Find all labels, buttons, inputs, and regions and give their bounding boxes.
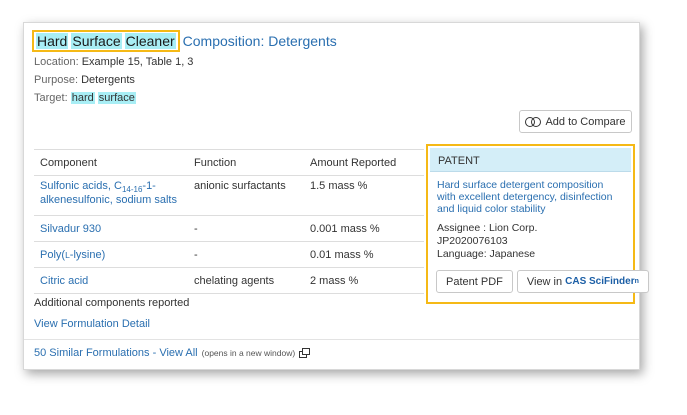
title-rest-link[interactable]: Composition: Detergents xyxy=(183,33,337,49)
function-cell: chelating agents xyxy=(188,267,304,294)
highlighted-title-box: Hard Surface Cleaner xyxy=(32,30,180,52)
title-highlight-word: Cleaner xyxy=(124,33,176,49)
purpose-label: Purpose: xyxy=(34,74,79,86)
scifinder-brand: CAS SciFinder xyxy=(565,276,635,287)
purpose-value: Detergents xyxy=(81,74,135,86)
location-value: Example 15, Table 1, 3 xyxy=(81,56,194,68)
similar-formulations-link[interactable]: 50 Similar Formulations - View All xyxy=(34,347,198,359)
patent-language: Language: Japanese xyxy=(437,248,536,260)
patent-pdf-button[interactable]: Patent PDF xyxy=(436,270,513,293)
formulation-title[interactable]: Hard Surface Cleaner Composition: Deterg… xyxy=(32,30,337,52)
view-in-scifinder-button[interactable]: View in CAS SciFinder n xyxy=(516,270,649,293)
patent-title-link[interactable]: Hard surface detergent composition with … xyxy=(428,174,633,215)
table-row: Silvadur 930 - 0.001 mass % xyxy=(34,215,424,242)
function-cell: - xyxy=(188,215,304,242)
amount-cell: 2 mass % xyxy=(304,267,424,294)
component-text: -lysine) xyxy=(69,248,106,261)
target-highlight-word: surface xyxy=(97,92,136,104)
component-link[interactable]: Poly(l-lysine) xyxy=(34,241,188,268)
amount-cell: 0.001 mass % xyxy=(304,215,424,242)
component-text: Sulfonic acids, C xyxy=(40,180,122,192)
footer-divider xyxy=(24,339,639,340)
target-highlight-word: hard xyxy=(70,92,95,104)
column-header-component: Component xyxy=(34,149,188,176)
function-cell: anionic surfactants xyxy=(188,175,304,216)
title-highlight-word: Hard xyxy=(36,33,69,49)
column-header-function: Function xyxy=(188,149,304,176)
component-link[interactable]: Citric acid xyxy=(34,267,188,294)
location-label: Location: xyxy=(34,56,79,68)
location-line: Location: Example 15, Table 1, 3 xyxy=(34,56,193,68)
function-cell: - xyxy=(188,241,304,268)
target-line: Target: hard surface xyxy=(34,92,136,104)
patent-panel: PATENT Hard surface detergent compositio… xyxy=(426,144,649,304)
additional-components-text: Additional components reported xyxy=(34,297,190,309)
scifinder-brand-suffix: n xyxy=(634,278,639,285)
formulation-card: Hard Surface Cleaner Composition: Deterg… xyxy=(23,22,649,370)
add-to-compare-label: Add to Compare xyxy=(545,115,626,128)
add-to-compare-button[interactable]: Add to Compare xyxy=(519,110,632,133)
open-new-window-icon[interactable] xyxy=(299,348,311,358)
table-row: Sulfonic acids, C14-16-1-alkenesulfonic,… xyxy=(34,175,424,216)
patent-assignee: Assignee : Lion Corp. xyxy=(437,222,538,234)
amount-cell: 0.01 mass % xyxy=(304,241,424,268)
component-link[interactable]: Sulfonic acids, C14-16-1-alkenesulfonic,… xyxy=(34,175,188,216)
view-formulation-detail-link[interactable]: View Formulation Detail xyxy=(34,318,150,330)
component-link[interactable]: Silvadur 930 xyxy=(34,215,188,242)
component-text: Poly( xyxy=(40,248,66,261)
patent-header: PATENT xyxy=(430,148,631,172)
view-in-label: View in xyxy=(526,275,563,288)
table-header-row: Component Function Amount Reported xyxy=(34,149,424,176)
amount-cell: 1.5 mass % xyxy=(304,175,424,216)
column-header-amount: Amount Reported xyxy=(304,149,424,176)
new-window-note: (opens in a new window) xyxy=(201,348,296,358)
patent-number: JP2020076103 xyxy=(437,235,508,247)
component-subscript: 14-16 xyxy=(121,185,143,195)
compare-circles-icon xyxy=(525,116,542,127)
patent-buttons: Patent PDF View in CAS SciFinder n xyxy=(436,270,649,293)
target-label: Target: xyxy=(34,92,68,104)
title-highlight-word: Surface xyxy=(71,33,122,49)
purpose-line: Purpose: Detergents xyxy=(34,74,135,86)
similar-formulations-row: 50 Similar Formulations - View All (open… xyxy=(34,347,311,359)
table-row: Citric acid chelating agents 2 mass % xyxy=(34,267,424,294)
table-row: Poly(l-lysine) - 0.01 mass % xyxy=(34,241,424,268)
components-table: Component Function Amount Reported Sulfo… xyxy=(34,149,424,294)
